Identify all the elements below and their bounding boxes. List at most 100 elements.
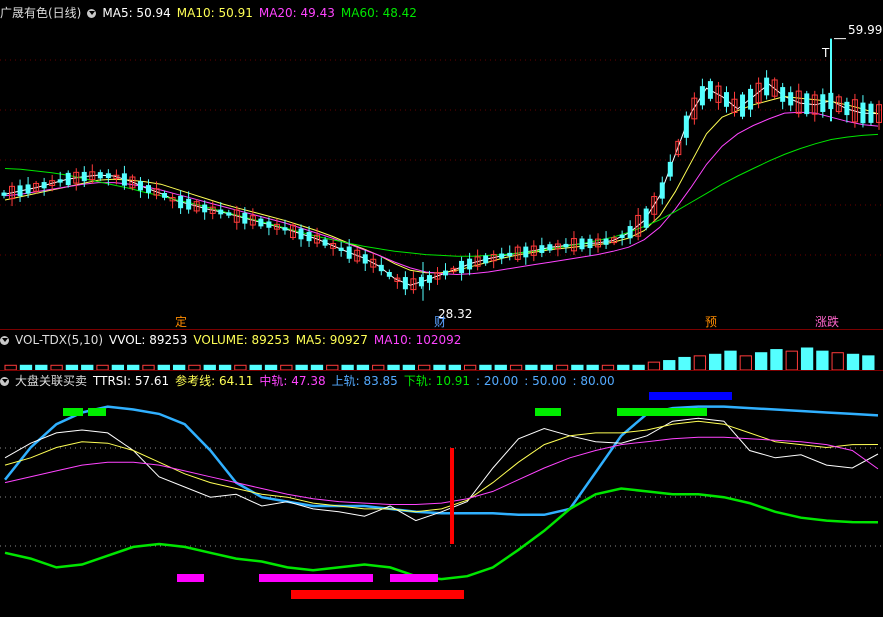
- volume-bar: [663, 360, 676, 371]
- candle-body: [748, 88, 754, 110]
- candle-body: [378, 264, 384, 272]
- volume-title[interactable]: VOL-TDX(5,10): [15, 333, 103, 347]
- event-label-ding[interactable]: 定: [175, 315, 187, 329]
- signal-bar: [617, 408, 707, 416]
- candle-body: [25, 184, 31, 194]
- indicator-line: [4, 405, 879, 517]
- candle-body: [723, 92, 729, 107]
- candle-body: [162, 192, 168, 198]
- candle-body: [780, 87, 786, 102]
- high-price-label: 59.99: [848, 23, 883, 37]
- indicator-title[interactable]: 大盘关联买卖: [15, 374, 87, 388]
- candle-body: [539, 245, 545, 253]
- signal-bar: [535, 408, 561, 416]
- volume-bar: [770, 349, 783, 371]
- candle-body: [338, 247, 344, 251]
- candle-body: [81, 171, 87, 182]
- signal-bar: [177, 574, 204, 582]
- candle-body: [282, 227, 288, 231]
- candle-body: [523, 246, 529, 258]
- indicator-value-6: : 50.00: [524, 374, 567, 388]
- ma-line-ma60: [4, 133, 879, 257]
- volume-indicator-1: VOLUME: 89253: [193, 333, 290, 347]
- candle-body: [699, 86, 705, 106]
- volume-bar: [846, 353, 860, 371]
- candle-body: [707, 81, 713, 99]
- candle-body: [17, 185, 23, 197]
- indicator-value-5: : 20.00: [476, 374, 519, 388]
- indicator-line: [4, 420, 879, 513]
- volume-bar: [862, 355, 875, 371]
- indicator-value-7: : 80.00: [572, 374, 615, 388]
- volume-panel-header: VOL-TDX(5,10) VVOL: 89253 VOLUME: 89253 MA5…: [0, 332, 473, 348]
- ma-indicator-1: MA10: 50.91: [176, 6, 253, 20]
- ma-line-ma10: [4, 95, 879, 274]
- volume-bar: [754, 352, 768, 371]
- ma-line-ma20: [4, 111, 879, 276]
- candle-body: [306, 231, 312, 242]
- chart-stage: 广晟有色(日线) MA5: 50.94 MA10: 50.91 MA20: 49.43…: [0, 0, 883, 617]
- high-marker: T: [822, 46, 830, 60]
- volume-bar: [785, 350, 798, 371]
- candle-body: [563, 243, 569, 248]
- volume-bar: [724, 350, 737, 371]
- candle-body: [507, 252, 513, 257]
- dropdown-icon[interactable]: [87, 9, 97, 18]
- ma-indicator-2: MA20: 49.43: [258, 6, 335, 20]
- panel-divider: [0, 329, 883, 330]
- volume-indicator-list: VVOL: 89253 VOLUME: 89253 MA5: 90927 MA10: …: [109, 333, 467, 347]
- volume-bar: [816, 350, 829, 371]
- candle-body: [57, 179, 63, 183]
- candle-body: [346, 246, 352, 259]
- candle-body: [740, 94, 746, 117]
- candle-body: [804, 93, 810, 115]
- signal-bar: [291, 590, 464, 599]
- candle-body: [443, 270, 449, 276]
- price-panel-header: 广晟有色(日线) MA5: 50.94 MA10: 50.91 MA20: 49.43…: [0, 5, 429, 21]
- indicator-panel-header: 大盘关联买卖 TTRSI: 57.61 参考线: 64.11 中轨: 47.38 上轨:…: [0, 373, 627, 389]
- indicator-line: [4, 417, 879, 522]
- dropdown-icon[interactable]: [0, 336, 9, 345]
- candle-body: [242, 212, 248, 224]
- volume-bar: [800, 347, 814, 371]
- panel-divider: [0, 370, 883, 371]
- event-label-yu[interactable]: 预: [705, 315, 717, 329]
- candle-body: [844, 101, 850, 116]
- signal-bar: [88, 408, 106, 416]
- volume-indicator-2: MA5: 90927: [295, 333, 368, 347]
- candle-body: [483, 255, 489, 264]
- candle-body: [579, 238, 585, 250]
- indicator-value-0: TTRSI: 57.61: [93, 374, 170, 388]
- candle-body: [137, 181, 143, 191]
- candle-body: [97, 172, 103, 179]
- indicator-line: [4, 487, 879, 581]
- indicator-value-2: 中轨: 47.38: [259, 374, 326, 388]
- volume-bar: [647, 361, 661, 371]
- candle-body: [764, 77, 770, 96]
- candle-body: [362, 254, 368, 264]
- candle-body: [322, 239, 328, 246]
- candle-body: [667, 161, 673, 177]
- signal-bar: [63, 408, 83, 416]
- candle-body: [627, 226, 633, 239]
- volume-indicator-3: MA10: 102092: [373, 333, 462, 347]
- event-label-zhangdie[interactable]: 涨跌: [815, 315, 839, 329]
- signal-bar: [450, 448, 454, 544]
- candle-body: [186, 198, 192, 210]
- indicator-value-4: 下轨: 10.91: [403, 374, 471, 388]
- dropdown-icon[interactable]: [0, 377, 9, 386]
- candle-body: [218, 209, 224, 215]
- candle-body: [467, 258, 473, 270]
- candle-body: [683, 115, 689, 138]
- candle-body: [65, 172, 71, 186]
- indicator-value-1: 参考线: 64.11: [175, 374, 254, 388]
- candle-body: [659, 182, 665, 199]
- signal-bar: [390, 574, 438, 582]
- event-label-cai[interactable]: 财: [434, 315, 446, 329]
- candle-body: [643, 208, 649, 228]
- stock-title[interactable]: 广晟有色(日线): [0, 6, 81, 20]
- signal-bar: [259, 574, 373, 582]
- candle-body: [145, 185, 151, 193]
- candle-body: [788, 92, 794, 106]
- candle-body: [258, 218, 264, 227]
